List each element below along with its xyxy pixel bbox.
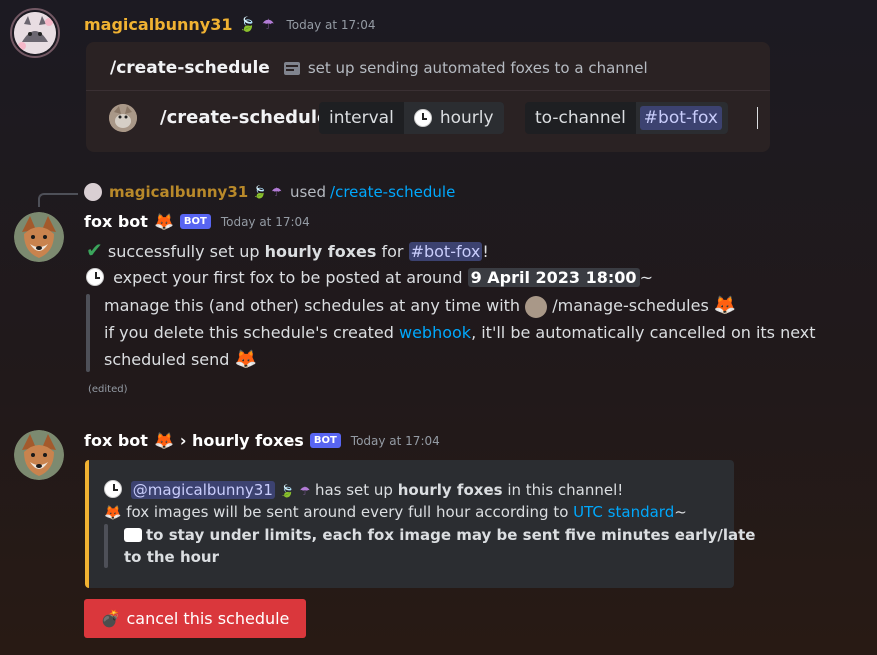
user-mention[interactable]: @magicalbunny31 [130,481,275,499]
fox-bot-avatar[interactable] [14,430,64,480]
leaf-badge-icon: 🍃 [252,185,268,199]
command-divider [86,90,770,91]
message2-timestamp: Today at 17:04 [220,214,310,229]
message1-username[interactable]: magicalbunny31 [84,15,233,34]
clock-icon [104,480,122,498]
fox-dancing-icon: 🦊 [234,349,257,370]
message3-timestamp: Today at 17:04 [350,433,440,448]
command-invoked[interactable]: /create-schedule [160,107,329,128]
umbrella-badge-icon: ☂ [261,16,275,33]
leaf-badge-icon: 🍃 [238,16,256,33]
message2-username[interactable]: fox bot [84,212,148,231]
option-channel-value: #bot-fox [635,102,728,134]
bot-tag: BOT [179,214,211,229]
bomb-icon: 💣 [100,609,121,628]
command-name[interactable]: /create-schedule [110,58,270,78]
command-description: set up sending automated foxes to a chan… [307,59,648,77]
option-channel-name: to-channel [535,108,626,128]
cancel-schedule-button[interactable]: 💣 cancel this schedule [84,599,306,638]
manage-schedules-command[interactable]: /manage-schedules [552,296,709,315]
quote-bar [86,294,90,372]
reply-username[interactable]: magicalbunny31 [109,183,248,201]
fox-emoji-icon: 🦊 [104,505,122,521]
fox-emoji-icon: 🦊 [153,431,174,450]
webhook-link[interactable]: webhook [399,323,471,342]
message1-timestamp: Today at 17:04 [286,17,376,32]
bot-mini-avatar [525,295,548,318]
fox-emoji-icon: 🦊 [153,212,174,231]
timestamp-chip[interactable]: 9 April 2023 18:00 [467,268,640,287]
speech-bubble-icon [124,528,142,542]
fox-sticker-icon: 🦊 [713,295,737,316]
text-cursor [757,107,758,129]
user-avatar-decoration [10,8,60,58]
clock-icon [413,109,432,127]
embed-line2: 🦊 fox images will be sent around every f… [104,503,687,521]
clock-icon [86,268,104,286]
reply-spine [38,193,78,207]
umbrella-badge-icon: ☂ [299,484,311,498]
message2-quote3: scheduled send 🦊 [104,349,257,370]
message2-quote1: manage this (and other) schedules at any… [104,295,737,318]
channel-mention[interactable]: #bot-fox [408,242,483,261]
reply-used: used [289,183,327,201]
reply-user-avatar [84,183,102,201]
option-interval-name: interval [329,108,394,128]
message2-quote2: if you delete this schedule's created we… [104,323,816,342]
message3-subtitle: › hourly foxes [179,431,304,450]
fox-bot-avatar[interactable] [14,212,64,262]
reply-command[interactable]: /create-schedule [330,183,455,201]
embed-quote: to stay under limits, each fox image may… [124,526,756,566]
message2-line2: expect your first fox to be posted at ar… [86,267,653,289]
option-to-channel[interactable]: to-channel #bot-fox [525,102,728,134]
bot-mini-avatar [109,104,137,132]
command-header: /create-schedule set up sending automate… [110,58,648,78]
check-mark-icon: ✔ [86,238,103,262]
embed-quote-bar [104,524,108,568]
bot-tag: BOT [309,433,341,448]
option-interval-value: hourly [403,102,504,134]
option-interval[interactable]: interval hourly [319,102,504,134]
reply-reference[interactable]: magicalbunny31 🍃 ☂ used /create-schedule [84,183,455,201]
umbrella-badge-icon: ☂ [271,185,282,199]
utc-standard-link[interactable]: UTC standard [573,503,674,521]
message3-username[interactable]: fox bot [84,431,148,450]
embed-line1: @magicalbunny31 🍃 ☂ has set up hourly fo… [104,479,623,502]
message2-line1: ✔ successfully set up hourly foxes for #… [86,238,489,262]
slash-command-icon [283,61,300,75]
leaf-badge-icon: 🍃 [279,484,295,498]
edited-label: (edited) [88,384,128,395]
cancel-schedule-label: cancel this schedule [126,609,290,628]
